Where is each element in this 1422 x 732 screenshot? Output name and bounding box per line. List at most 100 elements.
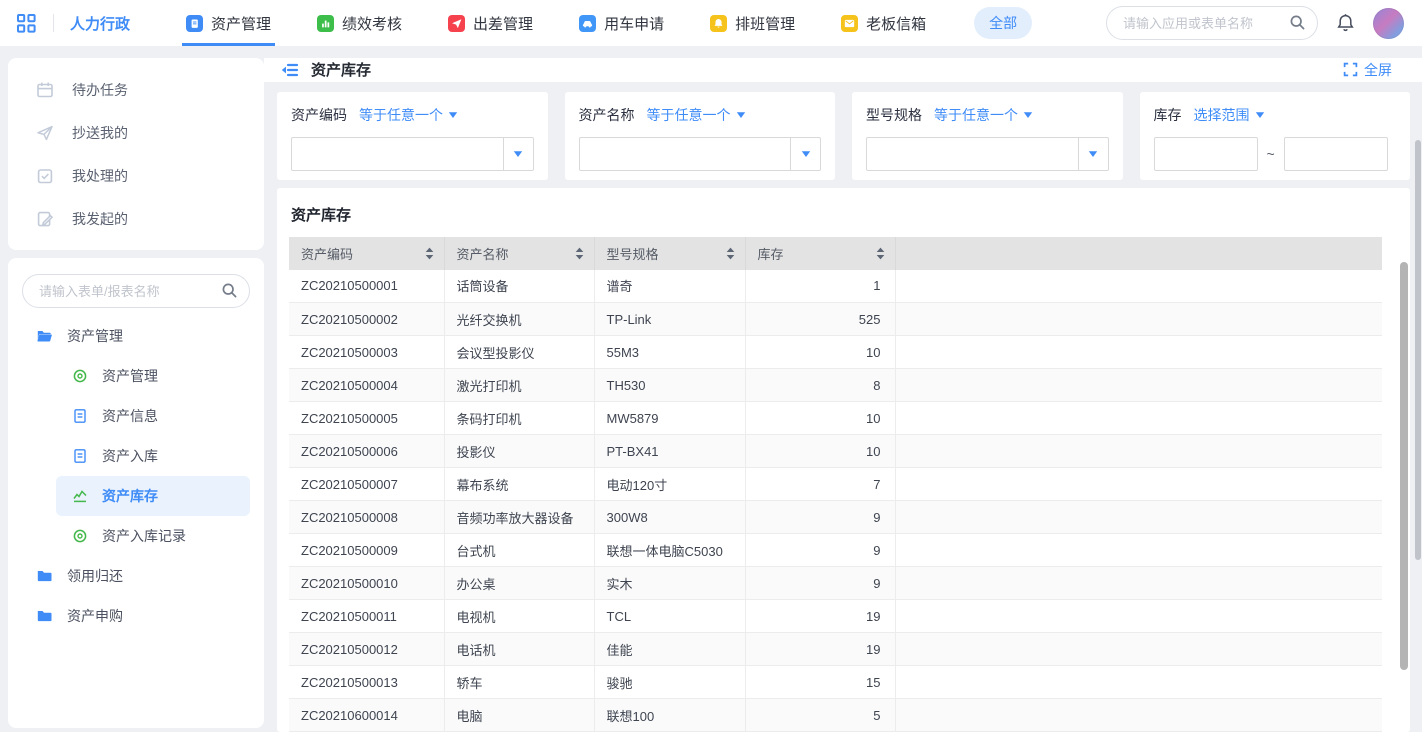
sort-icon[interactable] xyxy=(575,247,584,260)
global-search-input[interactable] xyxy=(1106,6,1318,40)
filter-value-select[interactable] xyxy=(291,137,534,171)
tab-资产管理[interactable]: 资产管理 xyxy=(186,0,271,46)
folder-open-icon xyxy=(36,328,53,344)
topnav-right xyxy=(1106,6,1404,40)
column-header-empty xyxy=(895,237,1382,270)
file-icon xyxy=(72,408,88,424)
table-cell: ZC20210500002 xyxy=(289,303,444,336)
filter-operator-dropdown[interactable]: 选择范围 xyxy=(1194,105,1265,125)
tree-item-label: 资产申购 xyxy=(67,606,123,626)
column-header-资产名称[interactable]: 资产名称 xyxy=(444,237,594,270)
tab-出差管理[interactable]: 出差管理 xyxy=(448,0,533,46)
table-cell: TH530 xyxy=(594,369,745,402)
tree-item-资产信息[interactable]: 资产信息 xyxy=(8,396,264,436)
filter-operator-dropdown[interactable]: 等于任意一个 xyxy=(647,105,746,125)
table-row[interactable]: ZC20210500003会议型投影仪55M310 xyxy=(289,336,1382,369)
notifications-bell-icon[interactable] xyxy=(1336,13,1355,33)
filter-field-label: 资产名称 xyxy=(579,105,635,125)
tree-item-资产管理[interactable]: 资产管理 xyxy=(8,356,264,396)
plane-app-icon xyxy=(448,15,465,32)
filter-field-label: 型号规格 xyxy=(866,105,922,125)
filter-value-select[interactable] xyxy=(866,137,1109,171)
search-icon[interactable] xyxy=(221,282,238,304)
content-layout: 待办任务抄送我的我处理的我发起的 资产管理资产管理资产信息资产入库资产库存资产入… xyxy=(0,46,1422,732)
table-cell: 谱奇 xyxy=(594,270,745,303)
quick-tasks-card: 待办任务抄送我的我处理的我发起的 xyxy=(8,58,264,250)
sidebar-item-我发起的[interactable]: 我发起的 xyxy=(8,197,264,240)
table-cell: 10 xyxy=(745,435,895,468)
all-apps-button[interactable]: 全部 xyxy=(974,7,1032,39)
fullscreen-button[interactable]: 全屏 xyxy=(1343,60,1392,80)
tree-item-资产入库记录[interactable]: 资产入库记录 xyxy=(8,516,264,556)
app-root: 人力行政 资产管理绩效考核出差管理用车申请排班管理老板信箱 全部 待办任务抄送我 xyxy=(0,0,1422,732)
table-cell: 10 xyxy=(745,336,895,369)
workspace-link[interactable]: 人力行政 xyxy=(70,13,130,34)
apps-grid-icon[interactable] xyxy=(16,13,37,34)
user-avatar[interactable] xyxy=(1373,8,1404,39)
collapse-sidebar-icon[interactable] xyxy=(280,61,299,79)
table-row[interactable]: ZC20210500002光纤交换机TP-Link525 xyxy=(289,303,1382,336)
table-row[interactable]: ZC20210500013轿车骏驰15 xyxy=(289,666,1382,699)
filter-operator-dropdown[interactable]: 等于任意一个 xyxy=(934,105,1033,125)
forms-tree-card: 资产管理资产管理资产信息资产入库资产库存资产入库记录领用归还资产申购 xyxy=(8,258,264,728)
tree-item-label: 资产信息 xyxy=(102,406,158,426)
report-card: 资产库存 资产编码资产名称型号规格库存 ZC20210500001话筒设备谱奇1… xyxy=(277,188,1410,732)
tab-label: 老板信箱 xyxy=(866,13,926,34)
sort-icon[interactable] xyxy=(726,247,735,260)
table-row[interactable]: ZC20210500008音频功率放大器设备300W89 xyxy=(289,501,1382,534)
sidebar-item-待办任务[interactable]: 待办任务 xyxy=(8,68,264,111)
tab-老板信箱[interactable]: 老板信箱 xyxy=(841,0,926,46)
filter-card-库存: 库存选择范围~ xyxy=(1140,92,1411,180)
table-row[interactable]: ZC20210500012电话机佳能19 xyxy=(289,633,1382,666)
range-min-input[interactable] xyxy=(1154,137,1258,171)
tree-item-资产入库[interactable]: 资产入库 xyxy=(8,436,264,476)
target-icon xyxy=(72,368,88,384)
table-cell: 话筒设备 xyxy=(444,270,594,303)
table-scrollbar[interactable] xyxy=(1400,262,1408,670)
table-cell: ZC20210500009 xyxy=(289,534,444,567)
tree-item-资产申购[interactable]: 资产申购 xyxy=(8,596,264,636)
select-arrow-button[interactable] xyxy=(790,138,820,170)
table-cell-empty xyxy=(895,534,1382,567)
table-row[interactable]: ZC20210500007幕布系统电动120寸7 xyxy=(289,468,1382,501)
select-arrow-button[interactable] xyxy=(1078,138,1108,170)
tree-item-资产管理[interactable]: 资产管理 xyxy=(8,316,264,356)
form-search-input[interactable] xyxy=(22,274,250,308)
table-cell: 骏驰 xyxy=(594,666,745,699)
select-arrow-button[interactable] xyxy=(503,138,533,170)
table-row[interactable]: ZC20210500009台式机联想一体电脑C50309 xyxy=(289,534,1382,567)
filter-value-select[interactable] xyxy=(579,137,822,171)
tree-item-领用归还[interactable]: 领用归还 xyxy=(8,556,264,596)
page-scrollbar[interactable] xyxy=(1415,140,1421,560)
column-header-型号规格[interactable]: 型号规格 xyxy=(594,237,745,270)
sort-icon[interactable] xyxy=(425,247,434,260)
table-row[interactable]: ZC20210500010办公桌实木9 xyxy=(289,567,1382,600)
tab-用车申请[interactable]: 用车申请 xyxy=(579,0,664,46)
tab-label: 资产管理 xyxy=(211,13,271,34)
sort-icon[interactable] xyxy=(876,247,885,260)
table-cell: 音频功率放大器设备 xyxy=(444,501,594,534)
column-header-资产编码[interactable]: 资产编码 xyxy=(289,237,444,270)
table-cell-empty xyxy=(895,402,1382,435)
filter-operator-dropdown[interactable]: 等于任意一个 xyxy=(359,105,458,125)
table-row[interactable]: ZC20210500011电视机TCL19 xyxy=(289,600,1382,633)
column-header-库存[interactable]: 库存 xyxy=(745,237,895,270)
tree-item-资产库存[interactable]: 资产库存 xyxy=(56,476,250,516)
tab-排班管理[interactable]: 排班管理 xyxy=(710,0,795,46)
sidebar-item-抄送我的[interactable]: 抄送我的 xyxy=(8,111,264,154)
tab-绩效考核[interactable]: 绩效考核 xyxy=(317,0,402,46)
search-icon[interactable] xyxy=(1289,14,1306,36)
filter-field-label: 资产编码 xyxy=(291,105,347,125)
fullscreen-label: 全屏 xyxy=(1364,60,1392,80)
table-row[interactable]: ZC20210500004激光打印机TH5308 xyxy=(289,369,1382,402)
table-row[interactable]: ZC20210600014电脑联想1005 xyxy=(289,699,1382,732)
table-cell: ZC20210500001 xyxy=(289,270,444,303)
table-row[interactable]: ZC20210500001话筒设备谱奇1 xyxy=(289,270,1382,303)
table-row[interactable]: ZC20210500005条码打印机MW587910 xyxy=(289,402,1382,435)
filter-field-label: 库存 xyxy=(1154,105,1182,125)
range-max-input[interactable] xyxy=(1284,137,1388,171)
sidebar-item-我处理的[interactable]: 我处理的 xyxy=(8,154,264,197)
table-row[interactable]: ZC20210500006投影仪PT-BX4110 xyxy=(289,435,1382,468)
tree-item-label: 资产管理 xyxy=(67,326,123,346)
divider xyxy=(53,14,54,32)
